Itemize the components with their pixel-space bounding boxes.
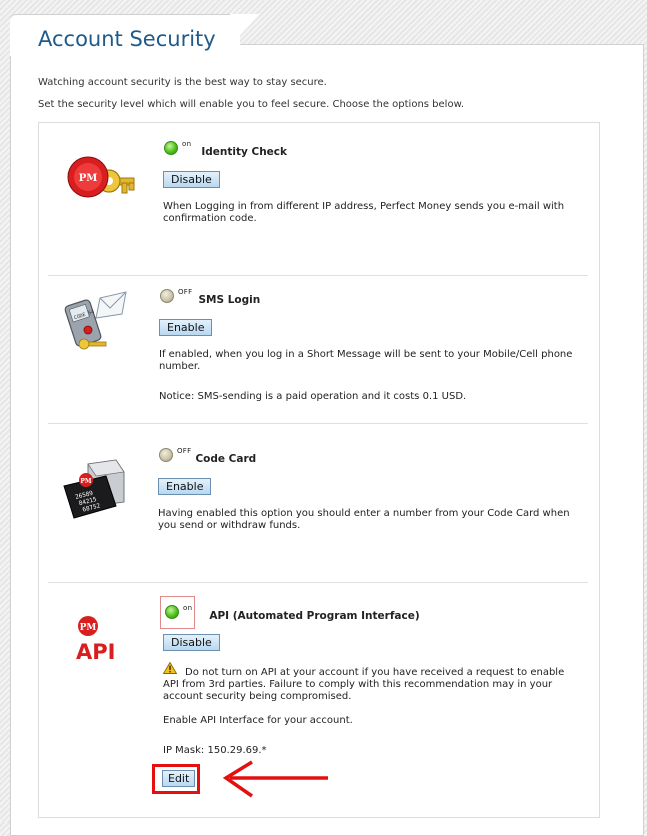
sms-login-enable-button[interactable]: Enable	[159, 319, 213, 336]
api-logo-text: API	[76, 640, 115, 662]
api-status: on API (Automated Program Interface)	[165, 604, 420, 622]
divider	[48, 582, 588, 583]
sms-login-status: OFF SMS Login	[160, 288, 261, 306]
card-pm-text: PM	[80, 478, 92, 485]
page-title: Account Security	[38, 27, 216, 51]
pm-api-logo: PM API	[76, 616, 115, 662]
sms-login-notice: Notice: SMS-sending is a paid operation …	[159, 391, 467, 402]
code-card-description: Having enabled this option you should en…	[158, 508, 570, 531]
identity-check-description: When Logging in from different IP addres…	[163, 201, 565, 224]
api-enable-text: Enable API Interface for your account.	[163, 715, 353, 726]
key-icon: PM	[67, 156, 135, 198]
api-title: API (Automated Program Interface)	[209, 610, 420, 622]
intro-line-2: Set the security level which will enable…	[38, 99, 465, 110]
red-arrow-icon	[222, 760, 328, 798]
edit-highlight-box	[152, 764, 200, 794]
intro-line-1: Watching account security is the best wa…	[38, 77, 327, 88]
identity-check-disable-button[interactable]: Disable	[163, 171, 220, 188]
status-on-led-icon	[164, 141, 178, 155]
divider	[48, 423, 588, 424]
code-card-enable-button[interactable]: Enable	[158, 478, 212, 495]
identity-check-status: on Identity Check	[164, 140, 287, 158]
api-disable-button[interactable]: Disable	[163, 634, 220, 651]
code-card-status: OFF Code Card	[159, 447, 257, 465]
phone-icon: CODE 54	[64, 291, 127, 350]
sms-login-title: SMS Login	[198, 294, 261, 306]
status-on-led-icon	[165, 605, 179, 619]
api-pm-badge-text: PM	[80, 623, 97, 633]
code-card-title: Code Card	[195, 453, 257, 465]
divider	[48, 275, 588, 276]
code-card-icon: PM 26589 84215 68752	[63, 459, 125, 519]
api-warning-text: Do not turn on API at your account if yo…	[163, 667, 565, 702]
pm-badge-text: PM	[79, 173, 98, 184]
identity-check-title: Identity Check	[201, 146, 287, 158]
status-off-led-icon	[159, 448, 173, 462]
api-ip-mask: IP Mask: 150.29.69.*	[163, 745, 267, 756]
sms-login-description: If enabled, when you log in a Short Mess…	[159, 349, 573, 372]
status-off-led-icon	[160, 289, 174, 303]
